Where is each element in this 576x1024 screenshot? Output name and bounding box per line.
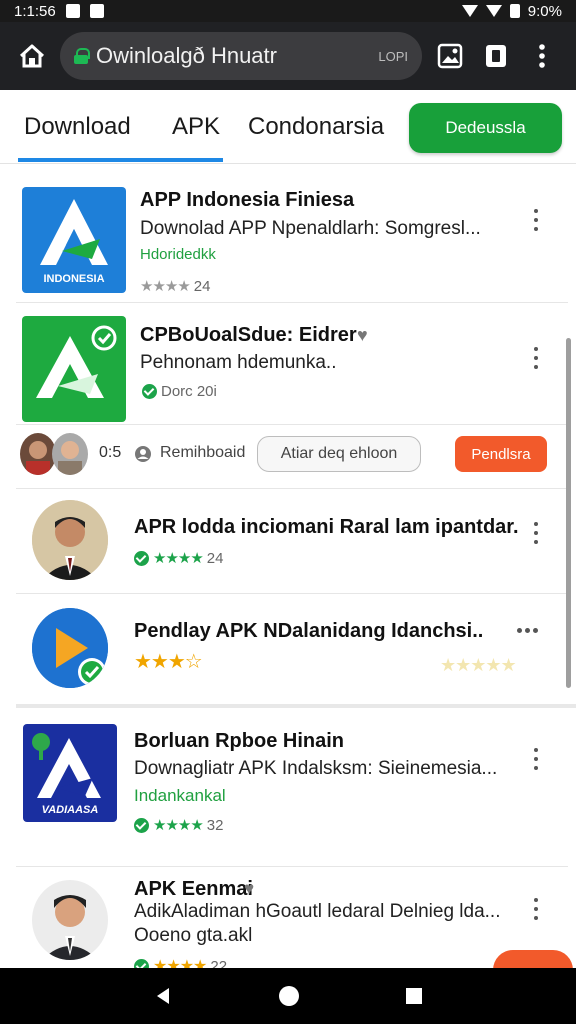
- notification-icon: [65, 4, 80, 18]
- url-text: Owinloalgð Hnuatr: [96, 43, 277, 68]
- verified-icon: [134, 817, 149, 833]
- item-title[interactable]: Pendlay APK NDalanidang Idanchsi..: [134, 620, 483, 643]
- app-icon-label: VADIAASA: [41, 804, 99, 816]
- app-icon-label: INDONESIA: [43, 273, 105, 285]
- item-rating: Dorc 20i: [142, 383, 217, 400]
- star-icons: ★★★★: [153, 550, 204, 567]
- star-icons: ★★★★: [153, 817, 204, 834]
- item-title[interactable]: APP Indonesia Finiesa: [140, 189, 354, 212]
- verified-icon: [134, 550, 149, 566]
- signal-icon: [485, 5, 502, 17]
- status-bar: 1:1:56 9:0%: [0, 0, 576, 22]
- star-rating-icons: ★★★☆: [134, 651, 203, 673]
- back-icon[interactable]: [153, 986, 173, 1006]
- divider: [16, 593, 568, 594]
- item-title[interactable]: CPBoUoalSdue: Eidrer: [140, 324, 357, 347]
- faded-star-icons: ★★★★★: [440, 655, 517, 675]
- heart-icon: ♥: [357, 325, 368, 345]
- url-extra: LOPI: [378, 48, 408, 64]
- tab-indicator: [18, 158, 223, 162]
- avatar-developer[interactable]: [32, 500, 108, 580]
- heart-icon: ♥: [244, 879, 255, 898]
- item-overflow-menu[interactable]: [533, 748, 539, 770]
- item-subtitle-2: Ooeno gta.akl: [134, 925, 253, 946]
- notification-icon-2: [89, 4, 104, 18]
- home-nav-icon[interactable]: [278, 985, 300, 1007]
- promo-label: Remihboaid: [160, 444, 246, 461]
- rating-count: 32: [206, 816, 224, 834]
- battery-icon: [509, 4, 520, 18]
- app-icon-indonesia[interactable]: INDONESIA: [22, 187, 126, 293]
- app-icon-green[interactable]: [22, 316, 126, 422]
- tab-action-button[interactable]: Dedeussla: [409, 103, 562, 153]
- image-icon: [437, 43, 463, 69]
- item-overflow-menu[interactable]: [533, 898, 539, 920]
- wifi-icon: [461, 5, 478, 17]
- item-rating: ★★★★ 24: [140, 277, 211, 296]
- home-button[interactable]: [12, 36, 52, 76]
- horizontal-menu[interactable]: [517, 628, 538, 633]
- verified-icon: [142, 384, 157, 399]
- lock-icon: [74, 48, 90, 64]
- rating-count: 24: [206, 549, 224, 567]
- tab-download[interactable]: Download: [24, 90, 131, 164]
- divider: [16, 302, 568, 303]
- tabs-icon: [486, 45, 506, 67]
- item-developer: Hdoridedkk: [140, 246, 216, 263]
- tabs-button[interactable]: [480, 40, 512, 72]
- promo-button[interactable]: Pendlsra: [455, 436, 547, 472]
- address-bar[interactable]: Owinloalgð Hnuatr LOPI: [60, 32, 422, 80]
- home-icon: [19, 44, 45, 68]
- item-overflow-menu[interactable]: [533, 209, 539, 231]
- star-icons: ★★★★: [140, 278, 191, 295]
- item-subtitle: Downolad APP Npenaldlarh: Somgresl...: [140, 218, 481, 239]
- scrollbar[interactable]: [566, 338, 571, 688]
- item-title[interactable]: Borluan Rpboe Hinain: [134, 730, 344, 753]
- item-overflow-menu[interactable]: [533, 522, 539, 544]
- item-subtitle: Pehnonam hdemunka..: [140, 352, 337, 373]
- avatar-developer[interactable]: [32, 880, 108, 960]
- rating-count: 24: [193, 277, 211, 295]
- user-icon: [135, 446, 151, 462]
- tab-condonarsia[interactable]: Condonarsia: [248, 90, 384, 164]
- status-time: 1:1:56: [14, 2, 56, 20]
- item-rating: ★★★★ 24: [134, 549, 223, 567]
- page: 1:1:56 9:0% Owinloalgð Hnuatr LOPI Downl…: [0, 0, 576, 1024]
- item-developer: Indankankal: [134, 786, 226, 805]
- item-title[interactable]: APK Eenmai: [134, 878, 253, 901]
- item-title[interactable]: APR lodda inciomani Raral lam ipantdar.: [134, 516, 519, 539]
- promo-input[interactable]: Atiar deq ehloon: [257, 436, 421, 472]
- item-rating: ★★★★ 32: [134, 816, 223, 834]
- screenshot-button[interactable]: [434, 40, 466, 72]
- section-divider: [16, 704, 576, 708]
- divider: [16, 488, 568, 489]
- rating-text: Dorc 20i: [161, 383, 217, 400]
- item-overflow-menu[interactable]: [533, 347, 539, 369]
- item-subtitle: Downagliatr APK Indalsksm: Sieinemesia..…: [134, 758, 498, 779]
- system-nav-bar: [0, 968, 576, 1024]
- avatar-1: [20, 433, 56, 475]
- battery-level: 9:0%: [527, 2, 562, 20]
- item-subtitle: AdikAladiman hGoautl ledaral Delnieg lda…: [134, 901, 501, 922]
- menu-button[interactable]: [526, 40, 558, 72]
- avatar-2: [52, 433, 88, 475]
- app-logo-icon: [36, 325, 117, 398]
- more-vert-icon: [539, 44, 545, 68]
- item-rating: ★★★☆: [134, 649, 203, 674]
- browser-toolbar: Owinloalgð Hnuatr LOPI: [0, 22, 576, 90]
- recents-icon[interactable]: [405, 987, 423, 1005]
- play-app-icon[interactable]: [32, 608, 108, 688]
- divider: [16, 866, 568, 867]
- app-icon-navy[interactable]: VADIAASA: [23, 724, 117, 822]
- promo-count: 0:5: [99, 444, 122, 461]
- tab-apk[interactable]: APK: [172, 90, 220, 164]
